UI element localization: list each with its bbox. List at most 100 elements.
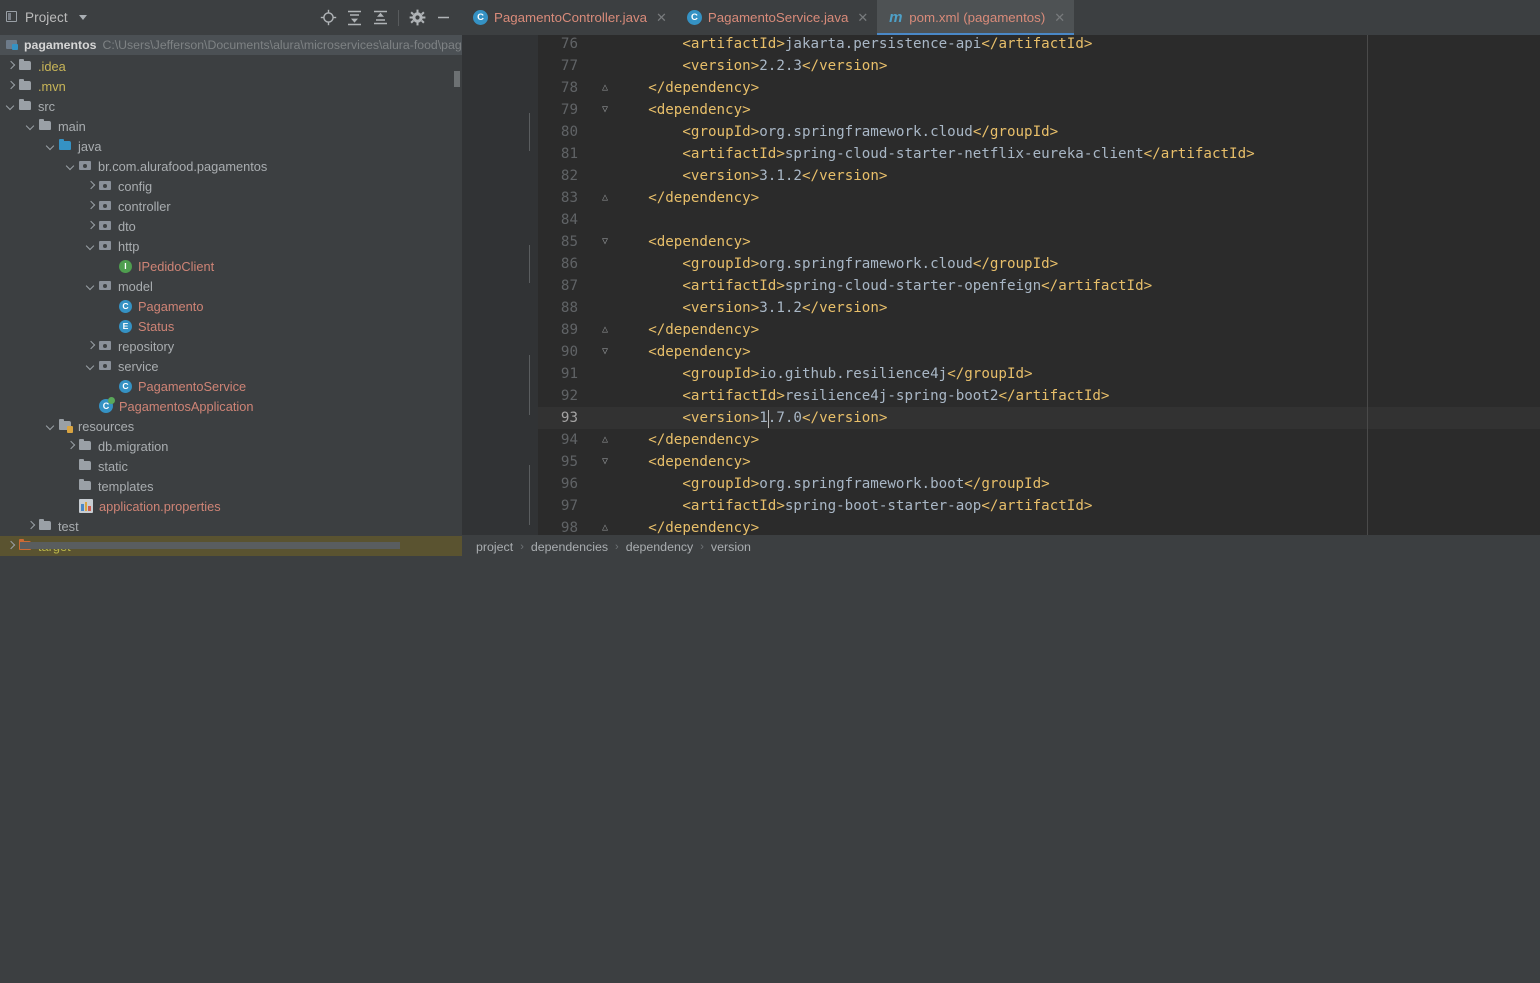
editor-line[interactable]: 85 ▽ <dependency> [538, 231, 1540, 253]
editor-line[interactable]: 81 <artifactId>spring-cloud-starter-netfl… [538, 143, 1540, 165]
editor-line[interactable]: 91 <groupId>io.github.resilience4j</group… [538, 363, 1540, 385]
editor-line[interactable]: 84 [538, 209, 1540, 231]
tree-node-test[interactable]: test [0, 516, 462, 536]
tree-node-status[interactable]: E Status [0, 316, 462, 336]
editor-line[interactable]: 80 <groupId>org.springframework.cloud</gr… [538, 121, 1540, 143]
fold-guide-line [528, 113, 530, 151]
chevron-down-icon[interactable] [78, 15, 87, 20]
chevron-down-icon[interactable] [66, 161, 76, 171]
project-vertical-scrollbar[interactable] [454, 71, 460, 87]
tree-node-label: PagamentoService [138, 378, 247, 394]
chevron-right-icon[interactable] [86, 201, 96, 211]
tree-node-service[interactable]: service [0, 356, 462, 376]
chevron-right-icon[interactable] [6, 61, 16, 71]
close-icon[interactable]: ✕ [857, 11, 868, 24]
module-path-row[interactable]: pagamentos C:\Users\Jefferson\Documents\… [0, 35, 462, 55]
settings-gear-icon[interactable] [404, 5, 430, 31]
editor-line[interactable]: 89 △ </dependency> [538, 319, 1540, 341]
chevron-right-icon[interactable] [6, 541, 16, 551]
fold-start-icon[interactable]: ▽ [598, 99, 612, 121]
tree-node-templates[interactable]: templates [0, 476, 462, 496]
tree-node-java[interactable]: java [0, 136, 462, 156]
tab-pagamento-controller[interactable]: C PagamentoController.java ✕ [462, 0, 676, 35]
tree-node-static[interactable]: static [0, 456, 462, 476]
tree-node-pagamentoservice[interactable]: C PagamentoService [0, 376, 462, 396]
chevron-down-icon[interactable] [46, 421, 56, 431]
tree-node-br-com-alurafood-pagamentos[interactable]: br.com.alurafood.pagamentos [0, 156, 462, 176]
chevron-right-icon[interactable] [26, 521, 36, 531]
project-tree-panel[interactable]: pagamentos C:\Users\Jefferson\Documents\… [0, 35, 462, 558]
chevron-right-icon[interactable] [66, 441, 76, 451]
tab-pom-xml[interactable]: m pom.xml (pagamentos) ✕ [877, 0, 1075, 35]
tree-node-pagamento[interactable]: C Pagamento [0, 296, 462, 316]
editor-line[interactable]: 94 △ </dependency> [538, 429, 1540, 451]
tree-node-ipedidoclient[interactable]: I IPedidoClient [0, 256, 462, 276]
editor-line[interactable]: 82 <version>3.1.2</version> [538, 165, 1540, 187]
tree-node--idea[interactable]: .idea [0, 56, 462, 76]
breadcrumb-item[interactable]: project [476, 540, 513, 554]
editor-text-area[interactable]: 76 <artifactId>jakarta.persistence-api</a… [538, 33, 1540, 883]
editor-line[interactable]: 88 <version>3.1.2</version> [538, 297, 1540, 319]
project-tree[interactable]: .idea .mvn src main java br.com.alurafood.pag… [0, 55, 462, 556]
editor-line[interactable]: 96 <groupId>org.springframework.boot</gro… [538, 473, 1540, 495]
chevron-right-icon[interactable] [86, 341, 96, 351]
code-editor[interactable]: 76 <artifactId>jakarta.persistence-api</a… [462, 33, 1540, 883]
tree-node-controller[interactable]: controller [0, 196, 462, 216]
tree-node--mvn[interactable]: .mvn [0, 76, 462, 96]
chevron-down-icon[interactable] [46, 141, 56, 151]
expand-all-icon[interactable] [341, 5, 367, 31]
package-icon [98, 359, 113, 373]
breadcrumb-item[interactable]: dependencies [531, 540, 608, 554]
chevron-down-icon[interactable] [26, 121, 36, 131]
fold-end-icon[interactable]: △ [598, 319, 612, 341]
editor-line[interactable]: 93 <version>1.7.0</version> [538, 407, 1540, 797]
fold-end-icon[interactable]: △ [598, 77, 612, 99]
collapse-all-icon[interactable] [367, 5, 393, 31]
close-icon[interactable]: ✕ [1054, 11, 1065, 24]
tree-node-config[interactable]: config [0, 176, 462, 196]
tree-node-application-properties[interactable]: application.properties [0, 496, 462, 516]
locate-target-icon[interactable] [315, 5, 341, 31]
chevron-down-icon[interactable] [6, 101, 16, 111]
editor-line[interactable]: 76 <artifactId>jakarta.persistence-api</a… [538, 33, 1540, 55]
editor-line[interactable]: 79 ▽ <dependency> [538, 99, 1540, 121]
breadcrumb-item[interactable]: dependency [626, 540, 694, 554]
close-icon[interactable]: ✕ [656, 11, 667, 24]
editor-line[interactable]: 77 <version>2.2.3</version> [538, 55, 1540, 77]
editor-line[interactable]: 92 <artifactId>resilience4j-spring-boot2<… [538, 385, 1540, 407]
tree-node-dto[interactable]: dto [0, 216, 462, 236]
project-horizontal-scrollbar[interactable] [20, 542, 400, 549]
chevron-down-icon[interactable] [86, 241, 96, 251]
editor-line[interactable]: 97 <artifactId>spring-boot-starter-aop</a… [538, 495, 1540, 517]
tree-node-resources[interactable]: resources [0, 416, 462, 436]
fold-start-icon[interactable]: ▽ [598, 231, 612, 253]
chevron-right-icon[interactable] [86, 181, 96, 191]
chevron-right-icon[interactable] [86, 221, 96, 231]
fold-start-icon[interactable]: ▽ [598, 341, 612, 363]
tree-node-repository[interactable]: repository [0, 336, 462, 356]
breadcrumb-item[interactable]: version [711, 540, 751, 554]
breadcrumb[interactable]: project › dependencies › dependency › version [462, 535, 1540, 558]
fold-end-icon[interactable]: △ [598, 187, 612, 209]
chevron-down-icon[interactable] [86, 361, 96, 371]
fold-start-icon[interactable]: ▽ [598, 451, 612, 473]
tree-node-db-migration[interactable]: db.migration [0, 436, 462, 456]
tree-node-model[interactable]: model [0, 276, 462, 296]
editor-gutter[interactable] [462, 35, 538, 558]
editor-line[interactable]: 95 ▽ <dependency> [538, 451, 1540, 883]
editor-line[interactable]: 86 <groupId>org.springframework.cloud</gr… [538, 253, 1540, 275]
editor-line[interactable]: 83 △ </dependency> [538, 187, 1540, 209]
tree-node-src[interactable]: src [0, 96, 462, 116]
fold-end-icon[interactable]: △ [598, 429, 612, 451]
tab-pagamento-service[interactable]: C PagamentoService.java ✕ [676, 0, 877, 35]
chevron-down-icon[interactable] [86, 281, 96, 291]
tree-node-pagamentosapplication[interactable]: C PagamentosApplication [0, 396, 462, 416]
tree-node-http[interactable]: http [0, 236, 462, 256]
minimize-icon[interactable] [430, 5, 456, 31]
editor-line[interactable]: 90 ▽ <dependency> [538, 341, 1540, 363]
chevron-right-icon[interactable] [6, 81, 16, 91]
editor-line[interactable]: 78 △ </dependency> [538, 77, 1540, 99]
editor-line[interactable]: 87 <artifactId>spring-cloud-starter-openf… [538, 275, 1540, 297]
tree-node-main[interactable]: main [0, 116, 462, 136]
